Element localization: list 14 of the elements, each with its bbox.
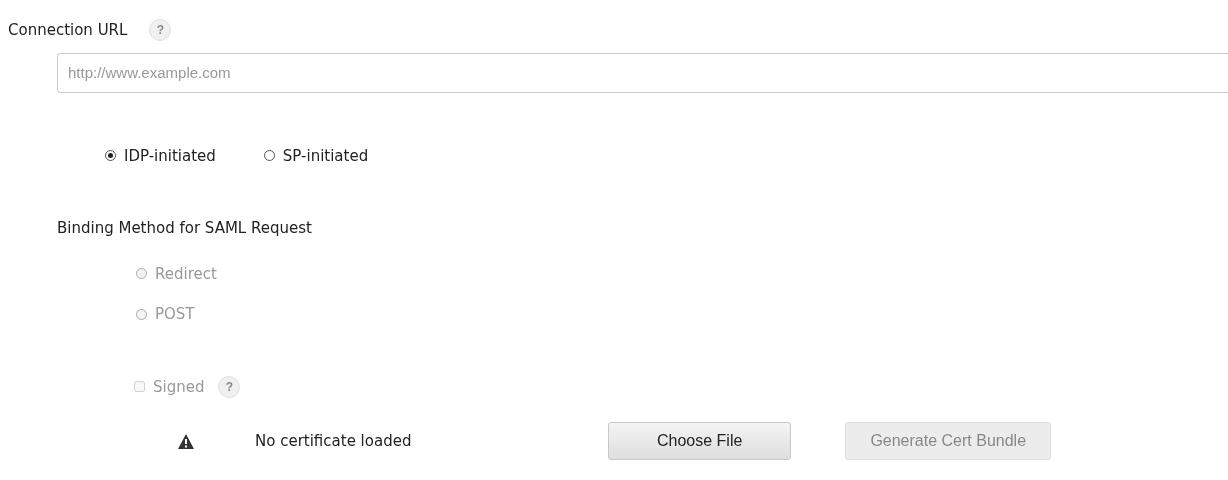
- radio-button[interactable]: [105, 150, 116, 162]
- option-label: SP-initiated: [282, 145, 369, 167]
- section-label: Binding Method for SAML Request: [57, 218, 313, 239]
- option-label: IDP-initiated: [124, 145, 216, 167]
- help-button[interactable]: ?: [149, 19, 172, 42]
- warning-icon: [178, 433, 194, 449]
- radio-button[interactable]: [263, 150, 275, 162]
- checkbox-label: Signed: [153, 376, 205, 398]
- status-text: No certificate loaded: [255, 430, 413, 452]
- file-button[interactable]: Choose File: [608, 422, 792, 460]
- option-label: Redirect: [155, 263, 217, 285]
- option-label: POST: [155, 304, 195, 325]
- field-label: Connection URL: [8, 20, 128, 41]
- url-input-field[interactable]: http://www.example.com: [57, 52, 1228, 93]
